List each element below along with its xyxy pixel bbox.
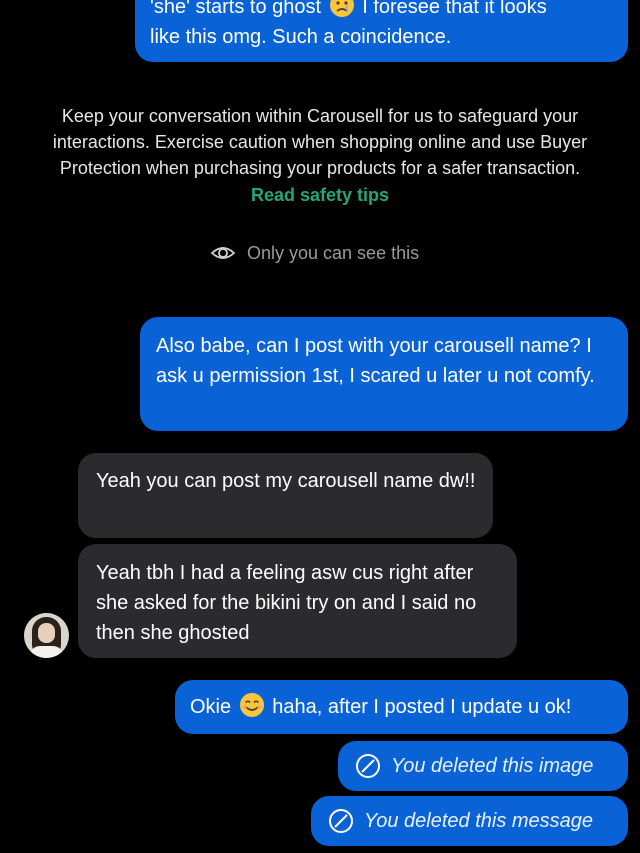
message-text: haha, after I posted I update u ok! bbox=[272, 696, 572, 718]
crying-face-emoji-icon bbox=[329, 0, 354, 17]
smiling-face-emoji-icon bbox=[239, 693, 264, 717]
visibility-note: Only you can see this bbox=[210, 240, 419, 266]
message-bubble-outgoing[interactable]: Also babe, can I post with your carousel… bbox=[140, 317, 628, 431]
message-bubble-incoming[interactable]: Yeah tbh I had a feeling asw cus right a… bbox=[78, 544, 517, 658]
message-text: I foresee that it looks bbox=[362, 0, 547, 18]
message-text: Okie bbox=[190, 696, 232, 718]
message-text: Also babe, can I post with your carousel… bbox=[156, 335, 595, 387]
safety-notice: Keep your conversation within Carousell … bbox=[40, 103, 600, 208]
message-bubble-incoming[interactable]: Yeah you can post my carousell name dw!! bbox=[78, 453, 493, 538]
deleted-message-text: You deleted this message bbox=[364, 809, 594, 832]
contact-avatar[interactable] bbox=[24, 613, 69, 658]
message-bubble-outgoing[interactable]: Okie haha, after I posted I update u ok! bbox=[175, 680, 628, 734]
read-safety-tips-link[interactable]: Read safety tips bbox=[40, 182, 600, 208]
message-text: Yeah you can post my carousell name dw!! bbox=[96, 470, 476, 492]
deleted-message-notice[interactable]: You deleted this message bbox=[311, 796, 628, 846]
ban-icon bbox=[356, 754, 380, 778]
message-text: Yeah tbh I had a feeling asw cus right a… bbox=[96, 562, 477, 644]
deleted-image-text: You deleted this image bbox=[391, 754, 594, 777]
ban-icon bbox=[329, 809, 353, 833]
message-text: like this omg. Such a coincidence. bbox=[150, 26, 452, 48]
chat-screen: 'she' starts to ghost I foresee that it … bbox=[0, 0, 640, 853]
message-bubble-outgoing-top[interactable]: 'she' starts to ghost I foresee that it … bbox=[135, 0, 628, 62]
safety-notice-text: Keep your conversation within Carousell … bbox=[52, 106, 588, 178]
message-text: 'she' starts to ghost bbox=[150, 0, 322, 18]
message-line: 'she' starts to ghost I foresee that it … bbox=[150, 0, 612, 22]
deleted-image-notice[interactable]: You deleted this image bbox=[338, 741, 628, 791]
eye-icon bbox=[210, 247, 236, 259]
visibility-note-text: Only you can see this bbox=[247, 242, 420, 263]
